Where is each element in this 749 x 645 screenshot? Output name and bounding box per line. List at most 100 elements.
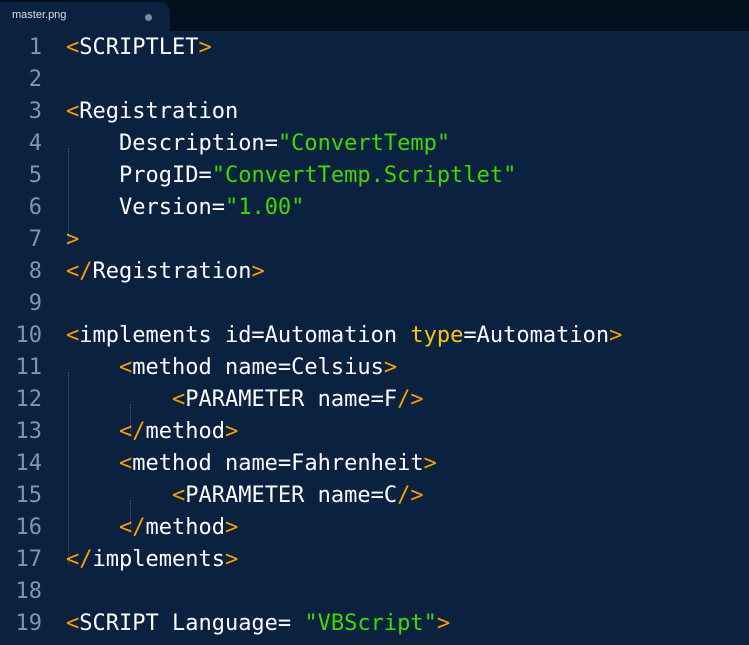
code-line[interactable]: 19 <SCRIPT Language= "VBScript">: [0, 608, 749, 640]
line-number: 4: [28, 131, 42, 156]
code-line[interactable]: 1 <SCRIPTLET>: [0, 32, 749, 64]
code-token: implements id=Automation: [79, 323, 411, 348]
code-text: Version="1.00": [66, 192, 304, 224]
string-literal: "1.00": [224, 195, 305, 220]
code-line[interactable]: 12 <PARAMETER name=F/>: [0, 384, 749, 416]
code-line[interactable]: 10 <implements id=Automation type=Automat…: [0, 320, 749, 352]
line-number: 12: [15, 387, 43, 412]
tag-bracket: </: [118, 419, 146, 444]
line-number: 19: [15, 611, 43, 636]
code-token: implements: [92, 547, 225, 572]
tag-bracket: </: [66, 259, 93, 284]
tab-bar: master.png: [0, 0, 749, 31]
string-literal: "ConvertTemp.Scriptlet": [211, 163, 517, 188]
code-token: Registration: [79, 99, 239, 124]
code-text: Description="ConvertTemp": [66, 128, 450, 160]
code-token: PARAMETER name=C: [185, 483, 398, 508]
line-number: 10: [15, 323, 43, 348]
line-number: 11: [15, 355, 43, 380]
code-text: <implements id=Automation type=Automatio…: [66, 320, 622, 352]
line-number: 17: [15, 547, 43, 572]
code-line[interactable]: 6 Version="1.00": [0, 192, 749, 224]
code-text: <PARAMETER name=F/>: [66, 384, 424, 416]
tag-bracket: >: [609, 323, 623, 348]
code-text: </method>: [66, 512, 238, 544]
string-literal: "ConvertTemp": [277, 131, 451, 156]
code-line[interactable]: 17 </implements>: [0, 544, 749, 576]
code-line[interactable]: 15 <PARAMETER name=C/>: [0, 480, 749, 512]
code-token: method: [145, 515, 225, 540]
string-literal: "VBScript": [304, 611, 437, 636]
code-token: Description=: [118, 131, 278, 156]
code-text: </implements>: [66, 544, 238, 576]
code-token: Registration: [92, 259, 252, 284]
code-line[interactable]: 14 <method name=Fahrenheit>: [0, 448, 749, 480]
keyword-token: type: [410, 323, 464, 348]
tag-bracket: />: [397, 387, 424, 412]
code-line[interactable]: 11 <method name=Celsius>: [0, 352, 749, 384]
code-text: </Registration>: [66, 256, 265, 288]
line-number: 13: [15, 419, 43, 444]
code-text: >: [66, 224, 79, 256]
tag-bracket: >: [224, 547, 239, 572]
tag-bracket: >: [224, 419, 239, 444]
tag-bracket: </: [118, 515, 146, 540]
tag-bracket: <: [171, 483, 186, 508]
code-line[interactable]: 4 Description="ConvertTemp": [0, 128, 749, 160]
tab-title: master.png: [12, 9, 67, 21]
tag-bracket: >: [251, 259, 265, 284]
code-line[interactable]: 7 >: [0, 224, 749, 256]
editor-window: master.png 1 <SCRIPTLET> 2 3 <Registration 4 …: [0, 0, 749, 645]
code-text: <PARAMETER name=C/>: [66, 480, 424, 512]
code-line[interactable]: 13 </method>: [0, 416, 749, 448]
line-number: 6: [28, 195, 42, 220]
tag-bracket: <: [66, 323, 80, 348]
line-number: 8: [28, 259, 42, 284]
code-text: <method name=Fahrenheit>: [66, 448, 437, 480]
tag-bracket: <: [118, 355, 133, 380]
code-token: method name=Fahrenheit: [132, 451, 424, 476]
code-line[interactable]: 5 ProgID="ConvertTemp.Scriptlet": [0, 160, 749, 192]
tab-master-png[interactable]: master.png: [0, 2, 170, 31]
code-line[interactable]: 9: [0, 288, 749, 320]
code-line[interactable]: 16 </method>: [0, 512, 749, 544]
tag-bracket: />: [397, 483, 424, 508]
tag-bracket: <: [66, 99, 80, 124]
code-token: PARAMETER name=F: [185, 387, 398, 412]
line-number: 14: [15, 451, 43, 476]
tag-bracket: <: [118, 451, 133, 476]
unsaved-dot-icon[interactable]: [145, 14, 152, 21]
code-token: =Automation: [463, 323, 610, 348]
tag-bracket: <: [66, 35, 80, 60]
code-line[interactable]: 8 </Registration>: [0, 256, 749, 288]
code-token: SCRIPT Language=: [79, 611, 305, 636]
tag-bracket: </: [66, 547, 93, 572]
line-number: 1: [28, 35, 42, 60]
tag-bracket: >: [383, 355, 398, 380]
code-line[interactable]: 3 <Registration: [0, 96, 749, 128]
code-text: <SCRIPT Language= "VBScript">: [66, 608, 450, 640]
code-token: Version=: [118, 195, 225, 220]
code-line[interactable]: 18: [0, 576, 749, 608]
code-editor[interactable]: 1 <SCRIPTLET> 2 3 <Registration 4 Description…: [0, 31, 749, 645]
line-number: 7: [28, 227, 42, 252]
tag-bracket: >: [66, 227, 80, 252]
tag-bracket: >: [224, 515, 239, 540]
code-token: method: [145, 419, 225, 444]
code-line[interactable]: 2: [0, 64, 749, 96]
line-number: 15: [15, 483, 43, 508]
code-text: ProgID="ConvertTemp.Scriptlet": [66, 160, 516, 192]
line-number: 3: [28, 99, 42, 124]
tag-bracket: <: [171, 387, 186, 412]
code-text: </method>: [66, 416, 238, 448]
code-token: method name=Celsius: [132, 355, 384, 380]
code-text: <Registration: [66, 96, 238, 128]
tag-bracket: <: [66, 611, 80, 636]
